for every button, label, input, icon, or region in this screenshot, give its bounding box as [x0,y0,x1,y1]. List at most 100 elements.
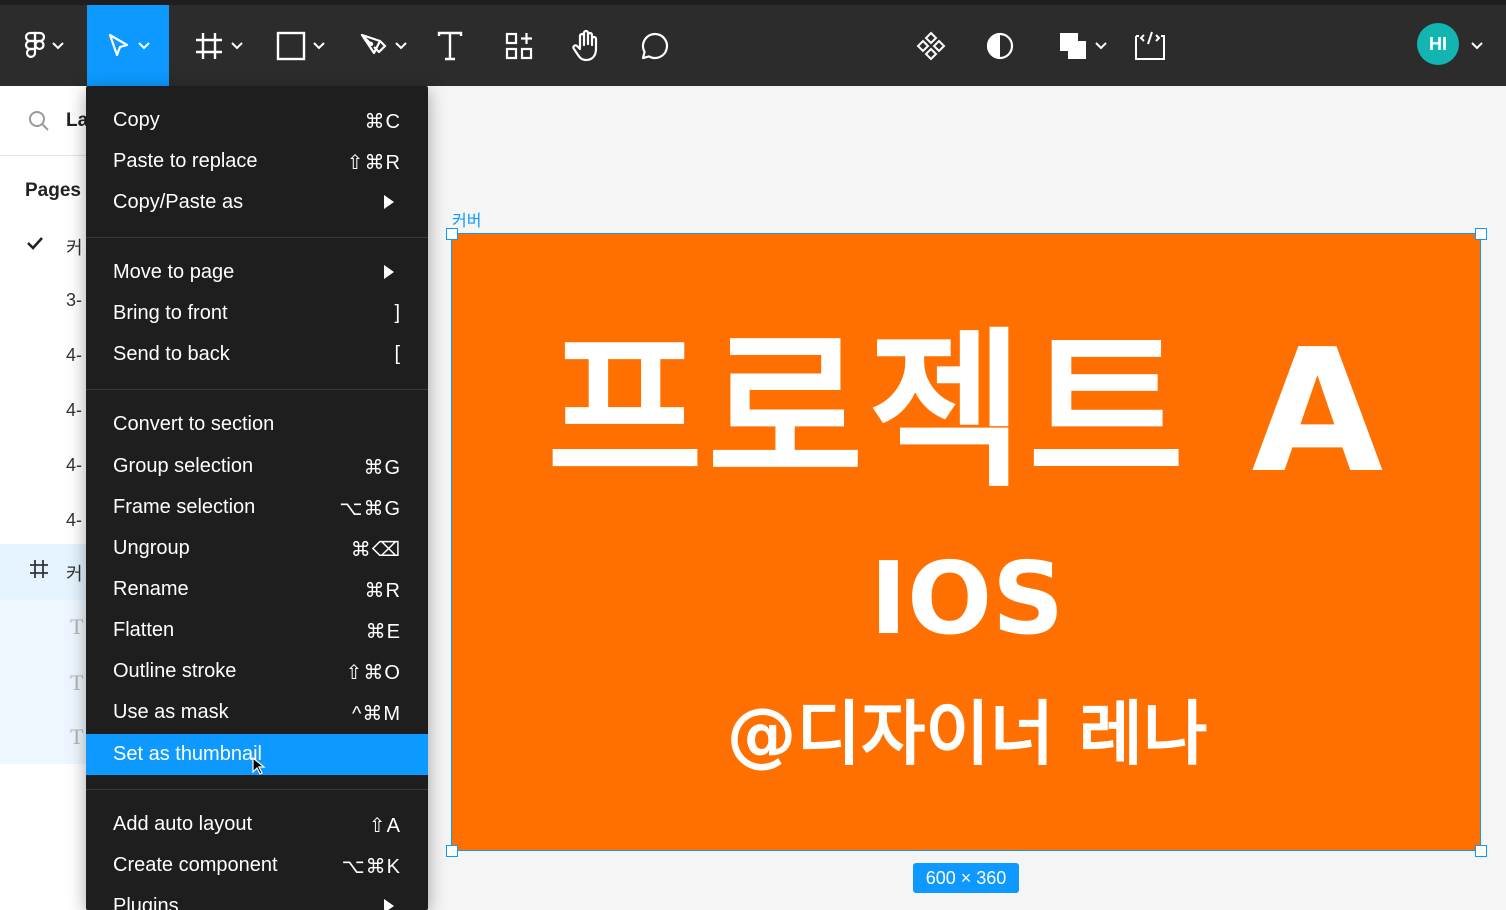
component-tool-button[interactable] [909,5,953,86]
hand-icon [572,29,598,61]
frame-title-text[interactable]: 프로젝트 A [452,312,1482,512]
page-item[interactable]: 3- [0,274,87,328]
main-menu-button[interactable] [14,5,74,86]
menu-item-convert-to-section[interactable]: Convert to section [86,404,428,445]
contrast-tool-button[interactable] [978,5,1022,86]
menu-item-shortcut: ⌥⌘K [341,856,401,878]
comment-tool-button[interactable] [633,5,677,86]
text-layer-icon: T [70,724,84,749]
page-item[interactable]: 커 [0,218,87,272]
chevron-down-icon [313,41,325,49]
menu-item-shortcut: ⌘R [364,580,401,602]
pen-tool-button[interactable] [352,5,412,86]
page-item[interactable]: 4- [0,494,87,548]
submenu-arrow-icon [384,195,394,209]
menu-item-create-component[interactable]: Create component ⌥⌘K [86,845,428,886]
resize-handle-top-left[interactable] [446,228,458,240]
menu-item-label: Copy [113,109,160,131]
menu-item-shortcut: ⌥⌘G [339,498,401,520]
page-item[interactable]: 4- [0,384,87,438]
shape-tool-button[interactable] [270,5,330,86]
menu-item-shortcut: [ [394,343,401,365]
text-layer-icon: T [70,670,84,695]
layers-tab-label[interactable]: La [66,110,87,132]
resize-handle-top-right[interactable] [1475,228,1487,240]
component-diamond-icon [916,31,946,60]
user-avatar[interactable]: HI [1417,23,1459,65]
page-name: 4- [66,455,83,475]
menu-item-label: Frame selection [113,496,256,518]
dev-mode-button[interactable] [1128,5,1172,86]
menu-item-label: Plugins [113,895,179,910]
menu-item-plugins[interactable]: Plugins [86,886,428,910]
text-layer-icon: T [70,614,84,639]
frame-subtitle-text[interactable]: IOS [452,539,1482,659]
menu-item-label: Create component [113,854,278,876]
layer-text-row[interactable]: T [0,600,87,656]
layers-search[interactable]: La [0,86,87,156]
dev-code-icon [1135,31,1165,60]
menu-item-shortcut: ⇧⌘R [346,152,401,174]
menu-item-copy-paste-as[interactable]: Copy/Paste as [86,182,428,223]
submenu-arrow-icon [384,265,394,279]
avatar-menu-button[interactable] [1462,5,1492,86]
figma-logo-icon [24,31,46,58]
comment-bubble-icon [641,32,669,59]
menu-item-copy[interactable]: Copy ⌘C [86,100,428,141]
menu-item-shortcut: ⌘G [363,457,401,479]
chevron-down-icon [231,41,243,49]
menu-item-rename[interactable]: Rename ⌘R [86,569,428,610]
menu-item-shortcut: ⇧A [368,815,401,837]
resize-handle-bottom-left[interactable] [446,845,458,857]
chevron-down-icon [138,41,150,49]
menu-item-label: Use as mask [113,701,229,723]
text-tool-button[interactable] [428,5,472,86]
menu-item-shortcut: ⇧⌘O [345,662,401,684]
menu-item-label: Rename [113,578,189,600]
layer-text-row[interactable]: T [0,710,87,764]
menu-item-frame-selection[interactable]: Frame selection ⌥⌘G [86,487,428,528]
menu-item-label: Send to back [113,343,230,365]
layer-name: 커 [66,564,83,584]
frame-hash-icon [30,560,48,578]
hand-tool-button[interactable] [565,5,609,86]
layer-frame-row[interactable]: 커 [0,544,87,600]
cover-frame[interactable]: 프로젝트 A IOS @디자이너 레나 [451,233,1481,851]
frame-author-text[interactable]: @디자이너 레나 [452,689,1482,779]
dimensions-badge: 600 × 360 [913,863,1019,893]
contrast-half-circle-icon [986,32,1014,59]
boolean-ops-button[interactable] [1050,5,1114,86]
menu-item-move-to-page[interactable]: Move to page [86,252,428,293]
chevron-down-icon [395,41,407,49]
pages-header: Pages [25,180,81,201]
menu-item-send-to-back[interactable]: Send to back [ [86,334,428,375]
menu-item-paste-to-replace[interactable]: Paste to replace ⇧⌘R [86,141,428,182]
submenu-arrow-icon [384,899,394,910]
menu-item-label: Paste to replace [113,150,258,172]
page-item[interactable]: 4- [0,329,87,383]
layers-panel: La Pages 커 3- 4- 4- 4- 4- 커 T T T [0,86,88,910]
checkmark-icon [27,237,43,250]
menu-item-use-as-mask[interactable]: Use as mask ^⌘M [86,692,428,733]
menu-divider [86,237,428,238]
move-tool-button[interactable] [87,5,169,86]
layer-text-row[interactable]: T [0,656,87,710]
menu-item-group-selection[interactable]: Group selection ⌘G [86,446,428,487]
menu-item-label: Convert to section [113,413,275,435]
resources-tool-button[interactable] [497,5,541,86]
search-icon [29,111,49,131]
menu-item-outline-stroke[interactable]: Outline stroke ⇧⌘O [86,651,428,692]
menu-item-shortcut: ^⌘M [351,703,401,725]
resize-handle-bottom-right[interactable] [1475,845,1487,857]
menu-item-shortcut: ⌘C [364,111,401,133]
frame-tool-button[interactable] [188,5,248,86]
menu-item-label: Bring to front [113,302,228,324]
menu-item-ungroup[interactable]: Ungroup ⌘⌫ [86,528,428,569]
frame-hash-icon [196,32,222,59]
menu-item-add-auto-layout[interactable]: Add auto layout ⇧A [86,804,428,845]
text-t-icon [437,31,463,60]
menu-item-flatten[interactable]: Flatten ⌘E [86,610,428,651]
menu-item-bring-to-front[interactable]: Bring to front] [86,293,428,334]
page-item[interactable]: 4- [0,439,87,493]
menu-item-shortcut: ⌘E [365,621,401,643]
